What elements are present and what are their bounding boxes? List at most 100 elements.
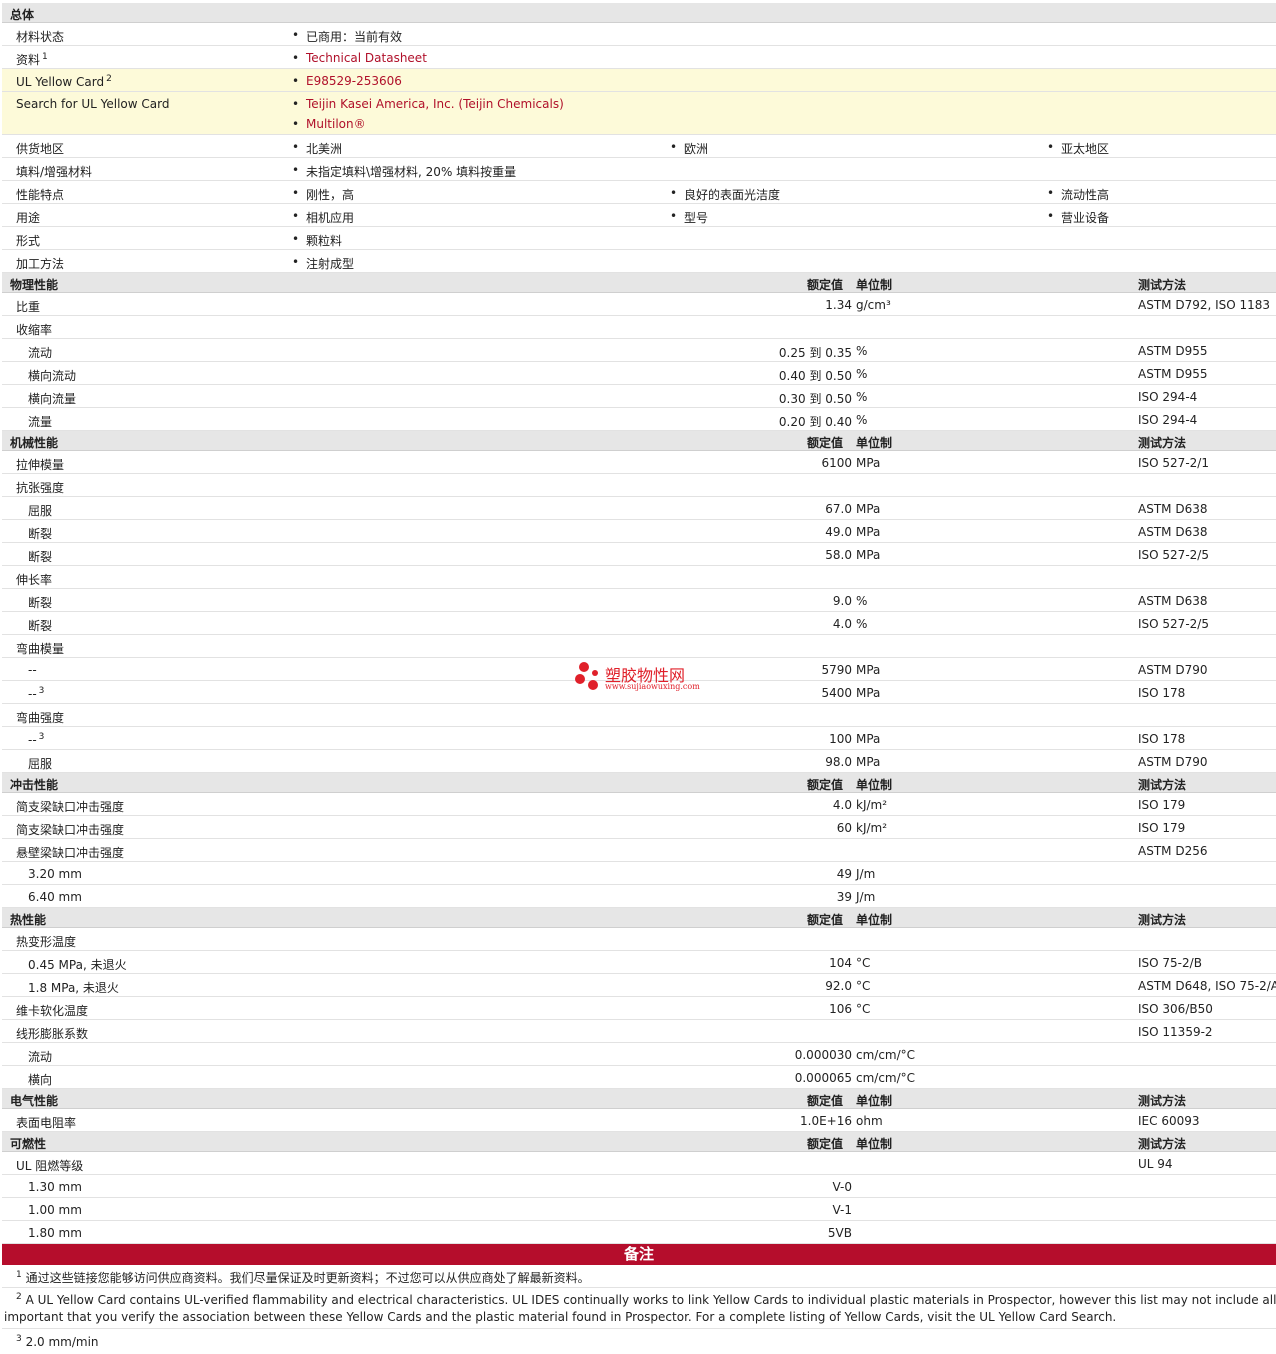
property-unit: MPa [856,755,881,769]
use-item: 营业设备 [1047,209,1109,226]
section-title: 热性能 [10,913,47,927]
property-label: 断裂 [28,619,53,633]
property-value: 104 [829,956,852,970]
test-method: ISO 527-2/1 [1138,456,1209,470]
property-row: 流量 0.20 到 0.40% ISO 294-4 [2,408,1276,431]
property-label: 比重 [16,300,41,314]
property-unit: % [856,413,868,427]
property-label: 伸长率 [16,573,53,587]
property-unit: J/m [856,867,876,881]
row-value: 颗粒料 [292,232,342,249]
property-value: 49 [836,867,852,881]
row-regions: 供货地区 北美洲 欧洲 亚太地区 [2,135,1276,158]
property-label: 断裂 [28,596,53,610]
test-method: ASTM D648, ISO 75-2/A [1138,979,1276,993]
section-title: 可燃性 [10,1137,47,1151]
test-method: ISO 75-2/B [1138,956,1202,970]
row-documents: 资料1 Technical Datasheet [2,46,1276,69]
ul-card-link[interactable]: E98529-253606 [292,74,402,88]
supplier-link[interactable]: Teijin Kasei America, Inc. (Teijin Chemi… [292,97,564,111]
property-row: 断裂 9.0% ASTM D638 [2,589,1276,612]
property-label: 流动 [28,1050,53,1064]
property-unit: % [856,367,868,381]
test-method: ASTM D790 [1138,663,1208,677]
property-label: 弯曲模量 [16,642,65,656]
property-label: 弯曲强度 [16,711,65,725]
property-label: UL 阻燃等级 [16,1159,84,1173]
section-title: 总体 [10,8,35,22]
property-label: 1.8 MPa, 未退火 [28,981,119,995]
col-header-value: 额定值 [807,778,844,792]
property-label: 简支梁缺口冲击强度 [16,823,125,837]
property-label: 3.20 mm [28,867,82,881]
property-label: -- 3 [28,732,45,747]
test-method: ISO 527-2/5 [1138,617,1209,631]
property-label: 横向 [28,1073,53,1087]
brand-link[interactable]: Multilon® [292,117,366,131]
property-value: 0.20 到 0.40 [778,415,852,429]
property-row: 表面电阻率 1.0E+16 ohm IEC 60093 [2,1109,1276,1132]
property-row: 抗张强度 [2,474,1276,497]
row-features: 性能特点 刚性，高 良好的表面光洁度 流动性高 [2,181,1276,204]
property-row: 屈服 98.0 MPa ASTM D790 [2,750,1276,773]
property-row: 1.8 MPa, 未退火 92.0 °C ASTM D648, ISO 75-2/A [2,974,1276,997]
property-value: 4.0 [832,617,852,631]
property-row: 热变形温度 [2,928,1276,951]
test-method: ISO 294-4 [1138,390,1198,404]
sujiaowuxing-watermark-logo: 塑胶物性网 www.sujiaowuxing.com [575,660,715,696]
technical-datasheet-link[interactable]: Technical Datasheet [292,51,427,65]
row-label: UL Yellow Card 2 [16,74,112,89]
property-unit: % [856,344,868,358]
property-label: 维卡软化温度 [16,1004,89,1018]
test-method: ISO 294-4 [1138,413,1198,427]
property-row: 0.45 MPa, 未退火 104 °C ISO 75-2/B [2,951,1276,974]
property-row: 悬壁梁缺口冲击强度 ASTM D256 [2,839,1276,862]
property-label: 简支梁缺口冲击强度 [16,800,125,814]
property-value: 67.0 [825,502,852,516]
property-value: 92.0 [825,979,852,993]
section-header-thermal: 热性能 额定值 单位制 测试方法 [2,908,1276,928]
property-row: 比重 1.34 g/cm³ ASTM D792, ISO 1183 [2,293,1276,316]
property-unit: J/m [856,890,876,904]
test-method: ASTM D955 [1138,344,1208,358]
property-unit: ohm [856,1114,883,1128]
property-row: 1.00 mm V-1 [2,1198,1276,1221]
col-header-unit: 单位制 [856,1094,893,1108]
col-header-unit: 单位制 [856,436,893,450]
property-label: 断裂 [28,527,53,541]
property-value: 1.34 [825,298,852,312]
property-label: 收缩率 [16,323,53,337]
property-label: -- 3 [28,686,45,701]
property-value: 106 [829,1002,852,1016]
row-value: 已商用：当前有效 [292,28,402,45]
property-value: 0.000030 [794,1048,852,1062]
section-title: 电气性能 [10,1094,59,1108]
property-label: 流动 [28,346,53,360]
col-header-method: 测试方法 [1138,1137,1187,1151]
property-row: 1.80 mm 5VB [2,1221,1276,1244]
test-method: ASTM D638 [1138,594,1208,608]
property-row: UL 阻燃等级 UL 94 [2,1152,1276,1175]
property-row: 维卡软化温度 106 °C ISO 306/B50 [2,997,1276,1020]
property-row: 流动 0.25 到 0.35% ASTM D955 [2,339,1276,362]
row-value: 注射成型 [292,255,354,272]
property-label: 悬壁梁缺口冲击强度 [16,846,125,860]
test-method: ASTM D256 [1138,844,1208,858]
property-label: 流量 [28,415,53,429]
property-label: 表面电阻率 [16,1116,77,1130]
test-method: ISO 11359-2 [1138,1025,1213,1039]
property-value: 39 [836,890,852,904]
property-value: 5790 [821,663,852,677]
row-search-ul-card: Search for UL Yellow Card Teijin Kasei A… [2,92,1276,135]
property-label: 线形膨胀系数 [16,1027,89,1041]
region-item: 欧洲 [670,140,708,157]
row-label: 填料/增强材料 [16,165,93,179]
property-unit: MPa [856,548,881,562]
col-header-method: 测试方法 [1138,278,1187,292]
test-method: ASTM D792, ISO 1183 [1138,298,1271,312]
property-value: 6100 [821,456,852,470]
row-label: 供货地区 [16,142,65,156]
property-unit: cm/cm/°C [856,1071,916,1085]
property-unit: kJ/m² [856,821,888,835]
property-label: 屈服 [28,757,53,771]
